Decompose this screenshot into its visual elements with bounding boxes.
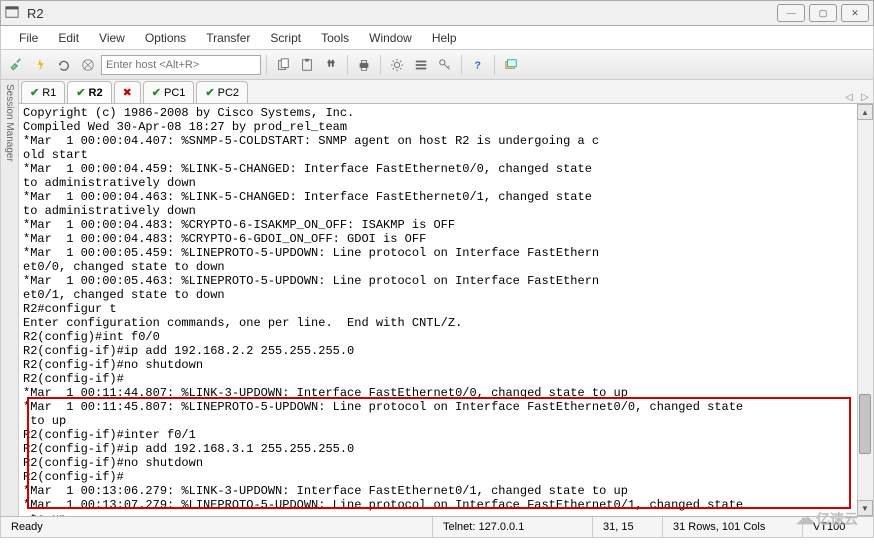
app-icon	[5, 5, 21, 21]
disconnect-icon[interactable]	[77, 54, 99, 76]
close-x-icon: ✖	[123, 86, 132, 99]
svg-text:?: ?	[475, 59, 481, 71]
menu-options[interactable]: Options	[135, 31, 196, 45]
tab-r1[interactable]: ✔R1	[21, 81, 65, 103]
help-icon[interactable]: ?	[467, 54, 489, 76]
session-manager-tab[interactable]: Session Manager	[1, 80, 19, 516]
cloud-icon: ☁	[796, 508, 814, 529]
title-bar: R2 — ▢ ✕	[0, 0, 874, 26]
terminal[interactable]: Copyright (c) 1986-2008 by Cisco Systems…	[19, 104, 873, 516]
minimize-button[interactable]: —	[777, 4, 805, 22]
find-icon[interactable]	[320, 54, 342, 76]
toolbar: ?	[0, 50, 874, 80]
toolbar-separator	[380, 55, 381, 75]
close-button[interactable]: ✕	[841, 4, 869, 22]
options-icon[interactable]	[410, 54, 432, 76]
menu-file[interactable]: File	[9, 31, 48, 45]
tab-pc2[interactable]: ✔ PC2	[196, 81, 248, 103]
reconnect-icon[interactable]	[53, 54, 75, 76]
check-icon: ✔	[30, 86, 39, 99]
menu-script[interactable]: Script	[260, 31, 311, 45]
main-area: ✔R1 ✔R2 ✖ ✔PC1 ✔PC2 ◁ ▷ Copyright (c) 19…	[19, 80, 873, 516]
properties-icon[interactable]	[386, 54, 408, 76]
host-input[interactable]	[101, 55, 261, 75]
tab-label: PC1	[164, 87, 185, 99]
tab-close-x[interactable]: ✖	[114, 81, 141, 103]
session-tabs: ✔R1 ✔R2 ✖ ✔PC1 ✔PC2 ◁ ▷	[19, 80, 873, 104]
terminal-output[interactable]: Copyright (c) 1986-2008 by Cisco Systems…	[19, 104, 873, 516]
tab-pc1[interactable]: ✔PC1	[143, 81, 195, 103]
tab-label: PC2	[218, 87, 239, 99]
copy-icon[interactable]	[272, 54, 294, 76]
print-icon[interactable]	[353, 54, 375, 76]
new-tab-icon[interactable]	[500, 54, 522, 76]
tab-r2[interactable]: ✔ R2	[67, 81, 111, 103]
toolbar-separator	[266, 55, 267, 75]
tab-label: R2	[89, 87, 103, 99]
window-controls: — ▢ ✕	[777, 4, 869, 22]
maximize-button[interactable]: ▢	[809, 4, 837, 22]
scroll-up-icon[interactable]: ▲	[857, 104, 873, 120]
menu-tools[interactable]: Tools	[311, 31, 359, 45]
status-ready: Ready	[1, 517, 433, 537]
paste-icon[interactable]	[296, 54, 318, 76]
status-size: 31 Rows, 101 Cols	[663, 517, 803, 537]
toolbar-separator	[347, 55, 348, 75]
menu-window[interactable]: Window	[359, 31, 422, 45]
window-title: R2	[27, 6, 777, 21]
menu-bar: File Edit View Options Transfer Script T…	[0, 26, 874, 50]
check-icon: ✔	[205, 86, 214, 99]
key-icon[interactable]	[434, 54, 456, 76]
tabs-scroll-right-icon[interactable]: ▷	[857, 92, 873, 103]
menu-view[interactable]: View	[89, 31, 135, 45]
menu-edit[interactable]: Edit	[48, 31, 89, 45]
watermark: ☁ 亿速云	[796, 508, 858, 529]
tabs-scroll-left-icon[interactable]: ◁	[841, 92, 857, 103]
status-cursor: 31, 15	[593, 517, 663, 537]
menu-transfer[interactable]: Transfer	[196, 31, 260, 45]
check-icon: ✔	[152, 86, 161, 99]
status-bar: Ready Telnet: 127.0.0.1 31, 15 31 Rows, …	[0, 516, 874, 538]
scroll-down-icon[interactable]: ▼	[857, 500, 873, 516]
watermark-text: 亿速云	[816, 509, 858, 529]
scrollbar-track[interactable]: ▲ ▼	[857, 104, 873, 516]
toolbar-separator	[494, 55, 495, 75]
tab-label: R1	[42, 87, 56, 99]
scroll-thumb[interactable]	[859, 394, 871, 454]
check-icon: ✔	[76, 86, 85, 99]
status-connection: Telnet: 127.0.0.1	[433, 517, 593, 537]
quick-connect-icon[interactable]	[29, 54, 51, 76]
toolbar-separator	[461, 55, 462, 75]
workspace: Session Manager ✔R1 ✔R2 ✖ ✔PC1 ✔PC2 ◁ ▷ …	[0, 80, 874, 516]
menu-help[interactable]: Help	[422, 31, 467, 45]
connect-icon[interactable]	[5, 54, 27, 76]
